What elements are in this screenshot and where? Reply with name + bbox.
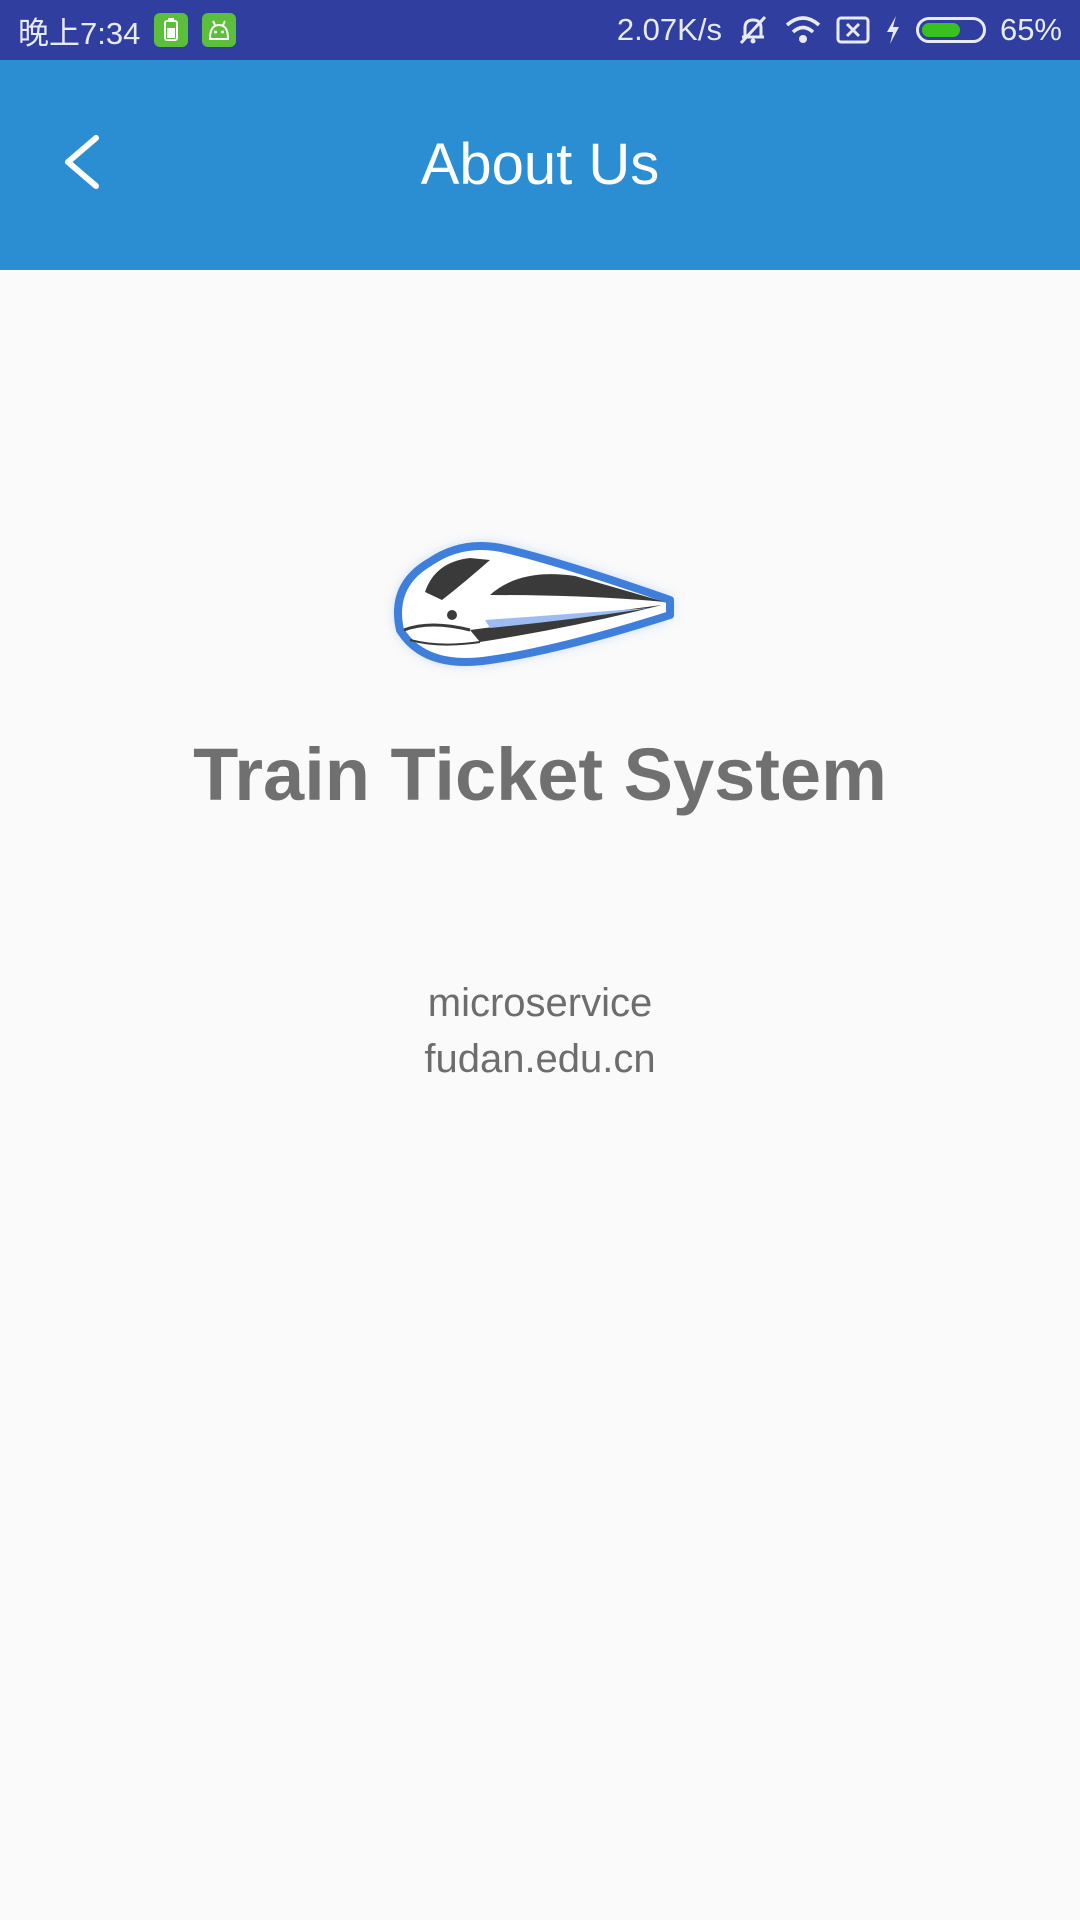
info-line-1: microservice	[427, 981, 653, 1025]
battery-level-fill	[921, 23, 960, 37]
battery-app-icon	[154, 13, 189, 47]
sim-x-icon	[836, 15, 870, 45]
page-title: About Us	[420, 132, 660, 197]
battery-percent: 65%	[999, 12, 1062, 47]
app-bar: About Us	[0, 60, 1080, 270]
mute-icon	[736, 13, 770, 47]
status-right: 2.07K/s 65%	[617, 12, 1062, 48]
wifi-icon	[784, 15, 822, 45]
app-name: Train Ticket System	[193, 733, 887, 816]
about-info: microservice fudan.edu.cn	[0, 975, 1080, 1087]
charging-icon	[884, 14, 902, 46]
network-speed: 2.07K/s	[616, 12, 722, 47]
android-app-icon	[202, 13, 237, 47]
status-time: 晚上7:34	[18, 15, 141, 51]
battery-icon	[915, 17, 986, 43]
about-content: Train Ticket System microservice fudan.e…	[0, 270, 1080, 1920]
status-left: 晚上7:34	[18, 8, 237, 53]
status-bar: 晚上7:34 2.07K/s 65%	[0, 0, 1080, 60]
train-logo-icon	[370, 480, 710, 700]
info-line-2: fudan.edu.cn	[424, 1037, 656, 1081]
